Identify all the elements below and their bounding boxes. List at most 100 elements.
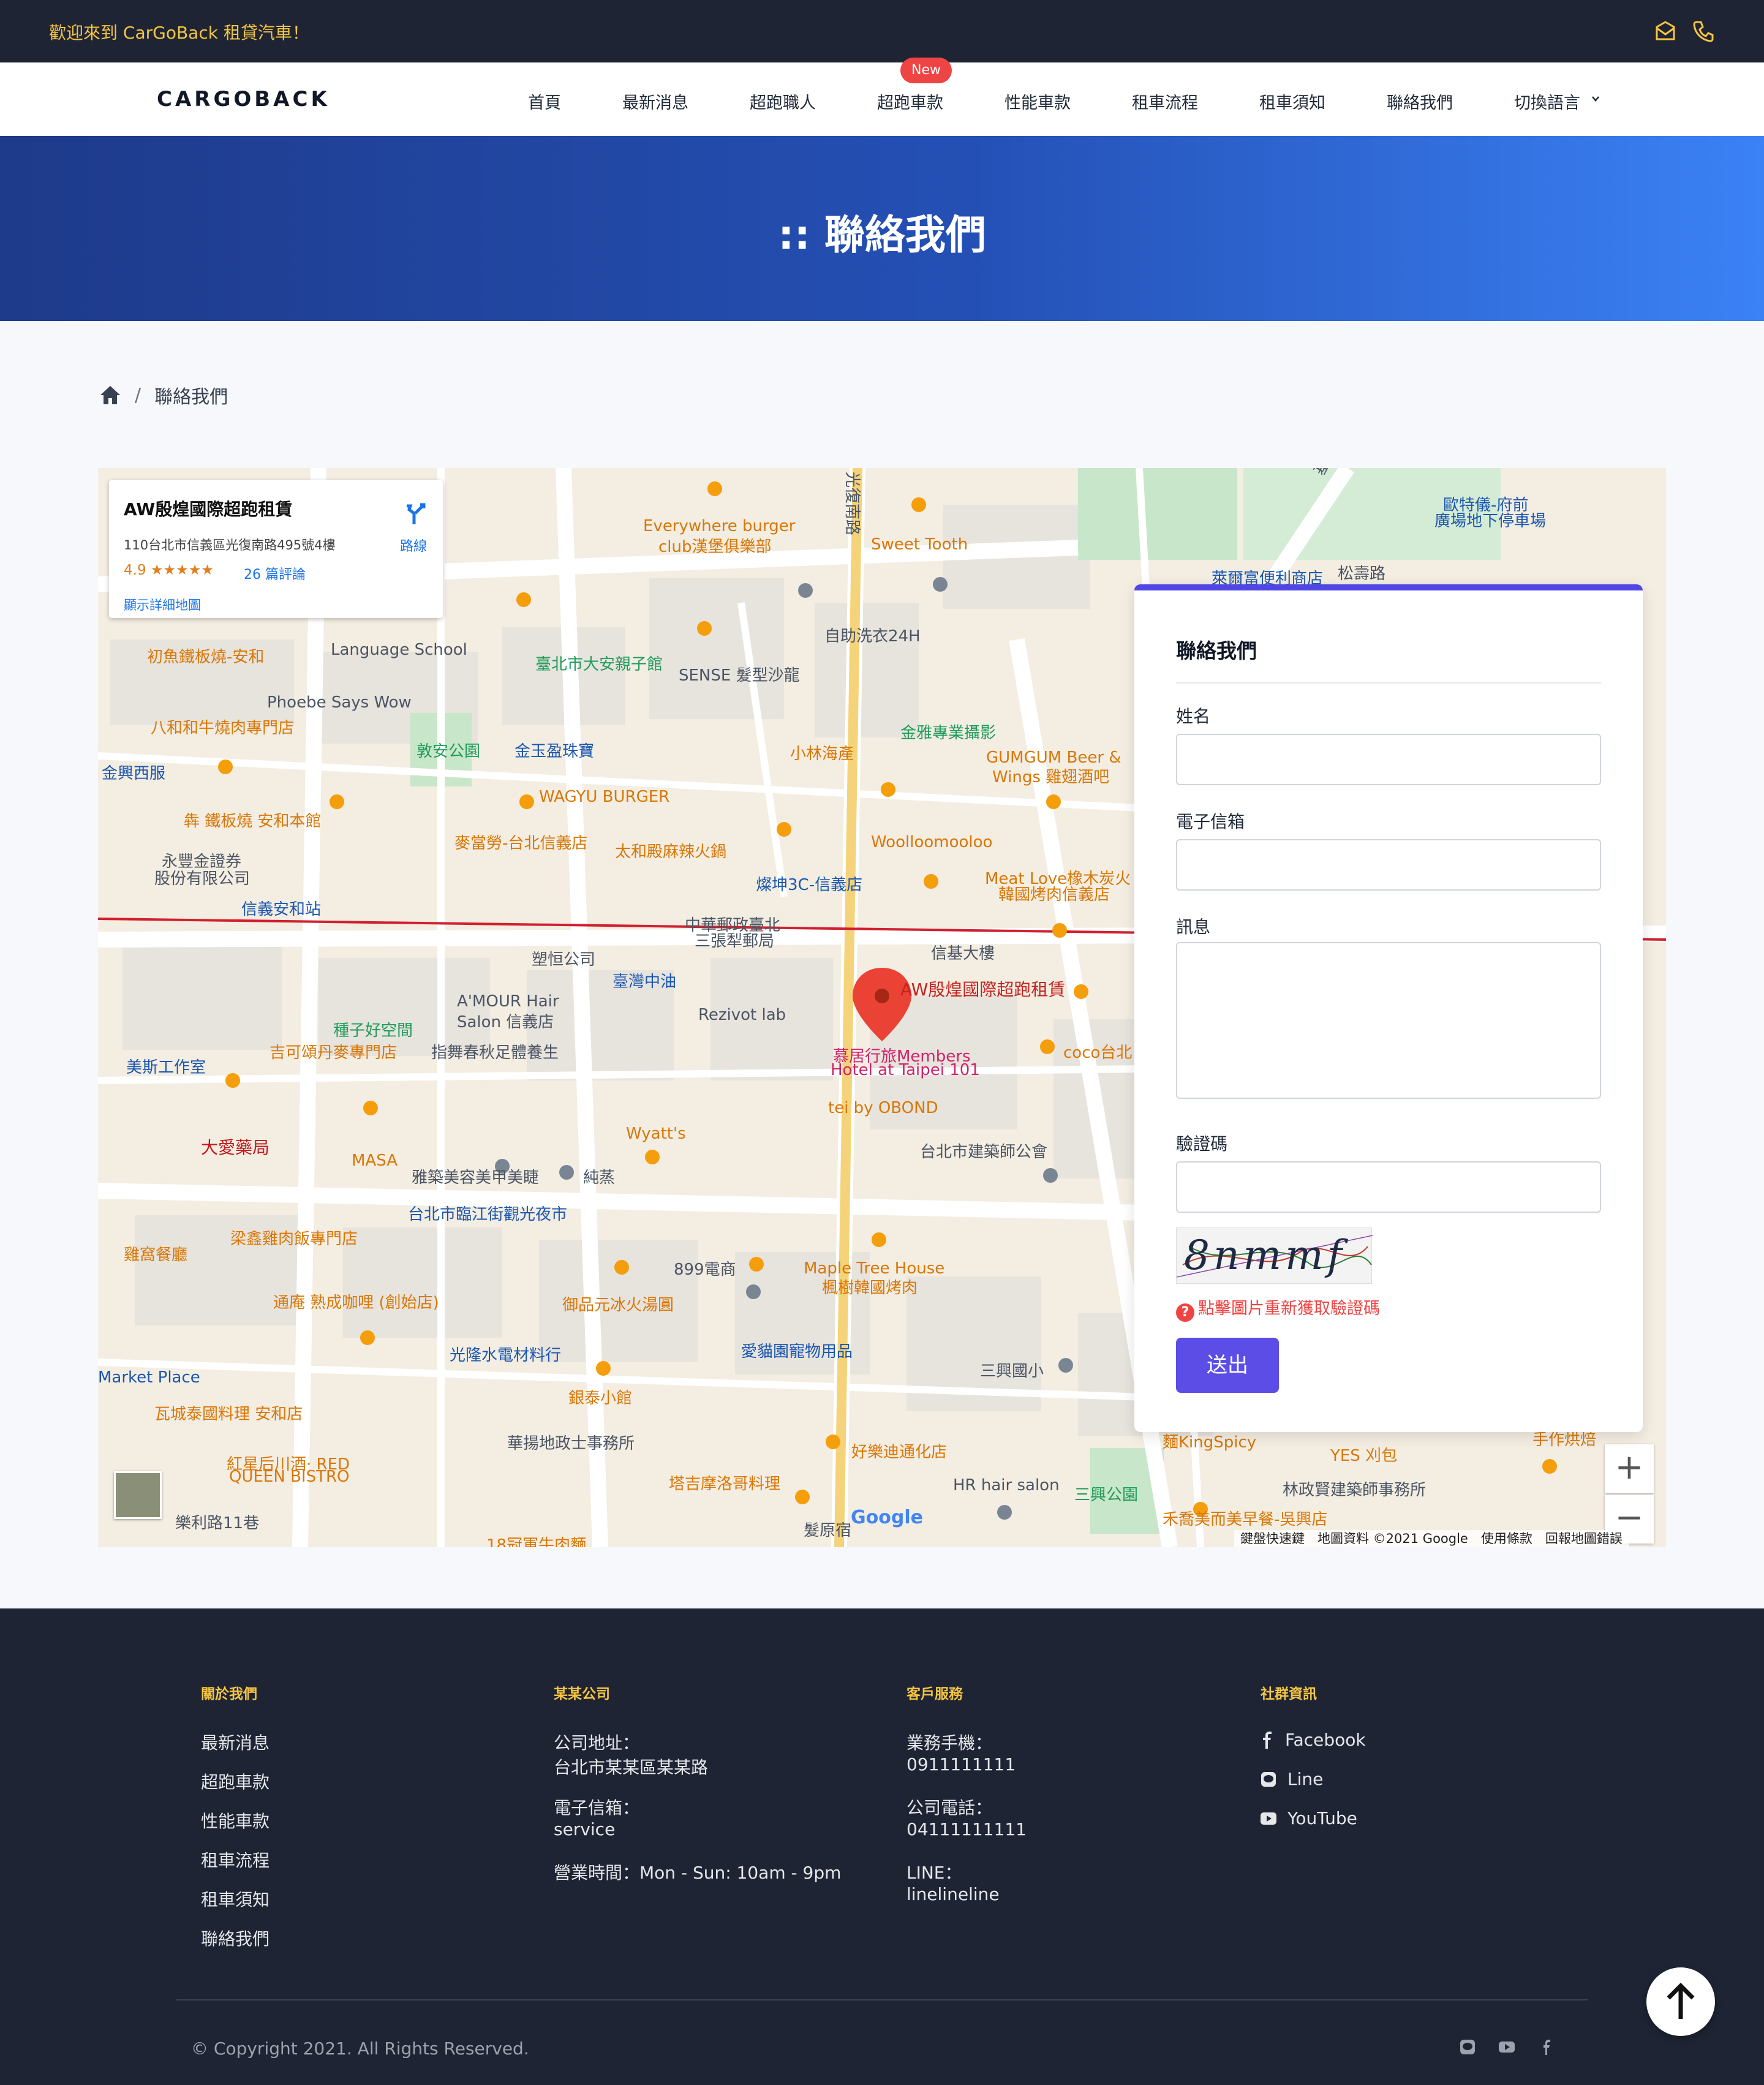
submit-button[interactable]: 送出 [1176, 1338, 1279, 1393]
map-label: Wyatt's [626, 1125, 686, 1143]
map-label: 楓樹韓國烤肉 [822, 1279, 918, 1297]
back-to-top-button[interactable] [1646, 1967, 1715, 2036]
footer-link-news[interactable]: 最新消息 [201, 1730, 270, 1754]
breadcrumb-separator: / [135, 384, 141, 406]
map-label: 18冠軍牛肉麵 [486, 1536, 587, 1547]
social-link-facebook[interactable]: Facebook [1261, 1730, 1366, 1750]
nav-item-experts[interactable]: 超跑職人 [750, 89, 816, 113]
name-field[interactable] [1176, 734, 1601, 785]
map-label: 光隆水電材料行 [450, 1346, 562, 1365]
business-hours: 營業時間：Mon - Sun: 10am - 9pm [554, 1863, 842, 1883]
map-attribution[interactable]: 鍵盤快速鍵 地圖資料 ©2021 Google 使用條款 回報地圖錯誤 [1234, 1530, 1629, 1547]
map-label: 愛貓園寵物用品 [741, 1343, 853, 1361]
place-reviews-link[interactable]: 26 篇評論 [244, 564, 306, 583]
map-label: 塔吉摩洛哥料理 [669, 1475, 781, 1493]
map-label: 通庵 熟成咖哩 (創始店) [273, 1294, 439, 1312]
map-label: Wings 雞翅酒吧 [992, 768, 1110, 786]
place-name: AW殷煌國際超跑租賃 [124, 499, 293, 519]
footer-link-process[interactable]: 租車流程 [201, 1847, 270, 1872]
zoom-in-button[interactable]: + [1605, 1444, 1654, 1493]
map-label: 銀泰小館 [568, 1389, 633, 1408]
nav-item-news[interactable]: 最新消息 [622, 89, 688, 113]
map-label: 美斯工作室 [126, 1058, 206, 1077]
map-label: 899電商 [674, 1261, 736, 1279]
nav-item-contact[interactable]: 聯絡我們 [1387, 89, 1453, 113]
home-icon[interactable] [99, 385, 121, 405]
nav-item-rental-notes[interactable]: 租車須知 [1259, 89, 1325, 113]
map-label: 小林海產 [790, 745, 854, 763]
youtube-icon[interactable] [1498, 2038, 1515, 2056]
message-textarea[interactable] [1176, 942, 1601, 1099]
satellite-toggle[interactable] [114, 1471, 162, 1519]
facebook-icon[interactable] [1539, 2038, 1556, 2056]
map-label: WAGYU BURGER [539, 788, 670, 806]
line-id: linelineline [907, 1884, 1000, 1904]
map-label: 犇 鐵板燒 安和本館 [184, 812, 322, 831]
directions-icon[interactable] [402, 502, 426, 527]
email-field[interactable] [1176, 839, 1601, 891]
map-label: 八和和牛燒肉專門店 [151, 719, 295, 737]
nav-item-rental-process[interactable]: 租車流程 [1132, 89, 1198, 113]
top-bar: 歡迎來到 CarGoBack 租貸汽車！ [0, 0, 1764, 62]
message-label: 訊息 [1176, 917, 1211, 937]
mobile-number: 0911111111 [907, 1754, 1016, 1774]
map-label: 好樂迪通化店 [851, 1443, 948, 1461]
map-label: Hotel at Taipei 101 [831, 1061, 980, 1079]
nav-item-supercars[interactable]: 超跑車款 [877, 89, 943, 113]
nav-item-performance-cars[interactable]: 性能車款 [1005, 89, 1071, 113]
map-label: 華揚地政士事務所 [507, 1435, 635, 1453]
line-icon[interactable] [1459, 2038, 1476, 2056]
site-logo[interactable]: CARGOBACK [157, 87, 330, 111]
map-label: MASA [352, 1152, 398, 1170]
arrow-up-icon [1667, 1983, 1695, 2019]
copyright-text: © Copyright 2021. All Rights Reserved. [191, 2038, 529, 2059]
captcha-field[interactable] [1176, 1161, 1601, 1213]
map-label: 純蒸 [583, 1169, 616, 1187]
line-label: LINE： [907, 1863, 962, 1883]
directions-link[interactable]: 路線 [400, 535, 427, 555]
footer-heading-company: 某某公司 [554, 1686, 610, 1702]
name-label: 姓名 [1176, 706, 1211, 726]
phone-label: 公司電話： [907, 1798, 993, 1818]
social-link-youtube[interactable]: YouTube [1261, 1808, 1357, 1828]
phone-icon[interactable] [1692, 20, 1715, 43]
map-label: 御品元冰火湯圓 [562, 1296, 674, 1314]
nav-item-home[interactable]: 首頁 [528, 89, 561, 113]
map-label: 太和殿麻辣火鍋 [615, 843, 727, 861]
map-label: 臺灣中油 [612, 973, 677, 991]
captcha-refresh-hint[interactable]: ? 點擊圖片重新獲取驗證碼 [1176, 1295, 1380, 1322]
map-label: 雞窩餐廳 [124, 1246, 188, 1264]
social-label: Line [1287, 1769, 1324, 1789]
footer-link-performance[interactable]: 性能車款 [201, 1808, 270, 1833]
map-marker-label[interactable]: AW殷煌國際超跑租賃 [900, 976, 1065, 1001]
map-label: 燦坤3C-信義店 [756, 876, 863, 894]
map-label: Salon 信義店 [457, 1013, 554, 1031]
footer-link-notes[interactable]: 租車須知 [201, 1887, 270, 1911]
map-label: 自助洗衣24H [824, 627, 921, 646]
map-label: 樂利路11巷 [175, 1514, 260, 1533]
nav-item-language[interactable]: 切換語言 [1514, 89, 1580, 113]
map-label: Woolloomooloo [871, 833, 993, 851]
page-hero: :: 聯絡我們 [0, 136, 1764, 321]
email-label: 電子信箱 [1176, 812, 1245, 832]
breadcrumb: / 聯絡我們 [99, 381, 228, 409]
map-label: Phoebe Says Wow [267, 693, 412, 712]
map-label: 三興國小 [980, 1362, 1044, 1381]
map-label: 麵KingSpicy [1163, 1433, 1257, 1452]
captcha-label: 驗證碼 [1176, 1134, 1228, 1154]
mail-icon[interactable] [1654, 20, 1677, 43]
map-label: 信基大樓 [931, 944, 995, 963]
facebook-icon [1263, 1731, 1272, 1749]
footer-link-supercars[interactable]: 超跑車款 [201, 1769, 270, 1793]
map-label: 大愛藥局 [201, 1137, 270, 1158]
view-larger-map-link[interactable]: 顯示詳細地圖 [124, 595, 201, 614]
mobile-label: 業務手機： [907, 1733, 993, 1753]
map-label: 雅築美容美甲美睫 [412, 1169, 540, 1187]
footer-link-contact[interactable]: 聯絡我們 [201, 1926, 270, 1950]
contact-form-card: 聯絡我們 姓名 電子信箱 訊息 驗證碼 8nmmf ? 點擊圖片重新獲取驗證碼 送… [1134, 584, 1643, 1432]
captcha-image[interactable]: 8nmmf [1176, 1227, 1373, 1284]
map-label: 金玉盈珠寶 [514, 742, 595, 761]
captcha-text: 8nmmf [1184, 1232, 1346, 1279]
social-link-line[interactable]: Line [1261, 1769, 1323, 1789]
map-label: club漢堡俱樂部 [658, 538, 772, 556]
